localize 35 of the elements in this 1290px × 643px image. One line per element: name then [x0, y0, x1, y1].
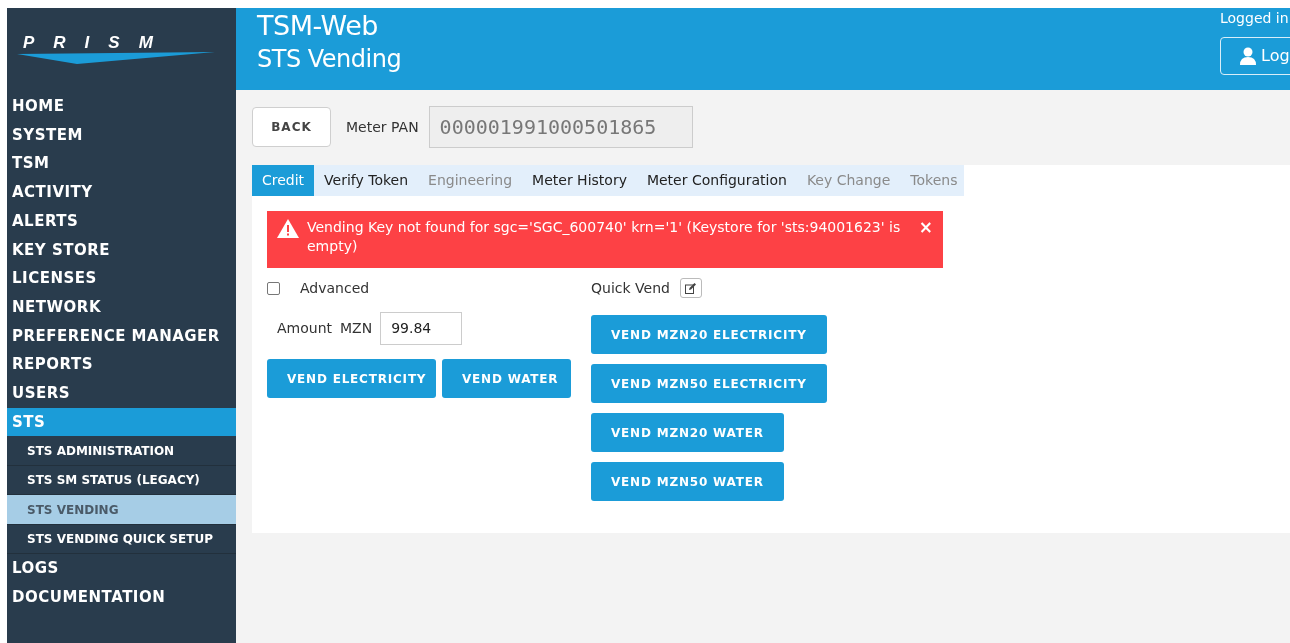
- error-message: Vending Key not found for sgc='SGC_600740' krn='1' (Keystore for 'sts:94001623' is empty): [307, 218, 902, 256]
- sidebar-item[interactable]: HOME: [7, 92, 236, 121]
- sidebar-item[interactable]: ALERTS: [7, 206, 236, 236]
- sidebar-item[interactable]: DOCUMENTATION: [7, 582, 236, 612]
- tab[interactable]: Verify Token: [314, 165, 419, 196]
- sidebar-item[interactable]: TSM: [7, 149, 236, 179]
- back-button[interactable]: BACK: [252, 107, 331, 147]
- logged-in-label: Logged in: [1220, 9, 1289, 28]
- sidebar-item[interactable]: NETWORK: [7, 292, 236, 322]
- sidebar-item[interactable]: LICENSES: [7, 264, 236, 293]
- tab[interactable]: Meter Configuration: [636, 165, 797, 196]
- amount-field[interactable]: 99.84: [380, 312, 463, 345]
- app-title: TSM-Web: [257, 9, 379, 43]
- amount-label: Amount: [277, 319, 332, 338]
- edit-button[interactable]: [679, 278, 702, 298]
- advanced-label: Advanced: [300, 278, 370, 298]
- user-icon: [1239, 47, 1257, 65]
- currency-label: MZN: [340, 319, 373, 338]
- sidebar-item[interactable]: ACTIVITY: [7, 178, 236, 207]
- sidebar-item[interactable]: USERS: [7, 378, 236, 408]
- warning-icon: [277, 219, 299, 238]
- meter-pan-label: Meter PAN: [346, 117, 419, 137]
- page-title: STS Vending: [257, 44, 402, 75]
- sidebar-item[interactable]: PREFERENCE MANAGER: [7, 321, 236, 351]
- quick-vend-label: Quick Vend: [591, 278, 670, 298]
- sidebar-item[interactable]: KEY STORE: [7, 235, 236, 265]
- sidebar-item[interactable]: LOGS: [7, 554, 236, 583]
- tab[interactable]: Meter History: [522, 165, 637, 196]
- sidebar-subitem[interactable]: STS VENDING: [7, 495, 236, 525]
- advanced-checkbox[interactable]: [267, 281, 280, 295]
- sidebar-item[interactable]: REPORTS: [7, 350, 236, 379]
- meter-pan-field[interactable]: 000001991000501865: [428, 106, 693, 148]
- sidebar-item[interactable]: SYSTEM: [7, 120, 236, 150]
- logo: PRISM: [17, 34, 217, 64]
- edit-icon: [685, 282, 697, 294]
